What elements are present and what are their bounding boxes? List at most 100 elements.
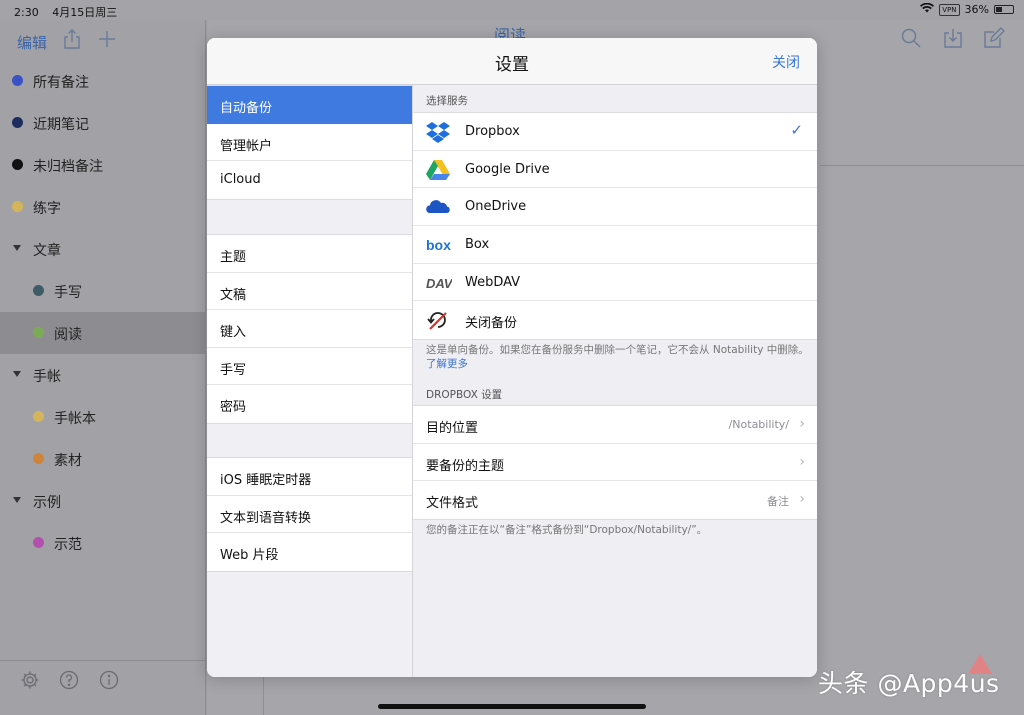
- menu-group-backup: 自动备份 管理帐户 iCloud: [207, 85, 412, 200]
- menu-item-typing[interactable]: 键入: [207, 310, 412, 348]
- menu-item-label: 键入: [220, 325, 247, 341]
- folder-item-selected[interactable]: 阅读: [0, 312, 206, 354]
- folder-color-dot: [33, 285, 44, 296]
- folder-item[interactable]: 未归档备注: [0, 144, 206, 186]
- import-icon[interactable]: [942, 27, 964, 49]
- folder-label: 素材: [54, 453, 82, 469]
- svg-text:DAV: DAV: [426, 276, 452, 291]
- folder-group[interactable]: 文章: [0, 228, 206, 270]
- setting-backup-themes[interactable]: 要备份的主题 ›: [413, 444, 817, 482]
- menu-item-label: 自动备份: [220, 101, 273, 116]
- setting-label: 文件格式: [426, 496, 479, 512]
- menu-item-manage-accounts[interactable]: 管理帐户: [207, 124, 412, 162]
- folder-color-dot: [12, 117, 23, 128]
- folder-item[interactable]: 练字: [0, 186, 206, 228]
- menu-item-label: 管理帐户: [220, 138, 273, 154]
- chevron-right-icon: ›: [799, 416, 805, 432]
- service-webdav[interactable]: DAV WebDAV: [413, 264, 817, 302]
- search-icon[interactable]: [900, 27, 922, 49]
- status-date: 4月15日周三: [52, 6, 118, 19]
- share-icon[interactable]: [61, 28, 83, 50]
- menu-group-other: iOS 睡眠定时器 文本到语音转换 Web 片段: [207, 457, 412, 572]
- onedrive-icon: [426, 196, 450, 218]
- divider: [820, 165, 1024, 166]
- service-box[interactable]: box Box: [413, 226, 817, 264]
- menu-item-label: 文本到语音转换: [220, 510, 312, 526]
- folder-group[interactable]: 示例: [0, 480, 206, 522]
- services-section-header: 选择服务: [426, 95, 468, 107]
- service-label: 关闭备份: [465, 316, 518, 332]
- edit-button[interactable]: 编辑: [17, 32, 47, 53]
- menu-item-auto-backup[interactable]: 自动备份: [207, 86, 412, 124]
- disclosure-triangle-icon[interactable]: [13, 497, 21, 503]
- disclosure-triangle-icon[interactable]: [13, 371, 21, 377]
- folder-color-dot: [33, 453, 44, 464]
- service-label: Dropbox: [465, 124, 520, 139]
- auto-backup-panel: 选择服务 Dropbox ✓ Google Drive OneDrive box…: [413, 85, 817, 677]
- webdav-icon: DAV: [426, 272, 454, 294]
- setting-file-format[interactable]: 文件格式 备注 ›: [413, 481, 817, 519]
- sidebar-bottom-bar: [0, 660, 241, 715]
- help-icon[interactable]: [59, 670, 79, 690]
- service-list: Dropbox ✓ Google Drive OneDrive box Box: [413, 112, 817, 341]
- folder-label: 手帐本: [54, 411, 96, 427]
- info-icon[interactable]: [99, 670, 119, 690]
- status-time: 2:30: [14, 6, 39, 19]
- modal-header: 设置 关闭: [207, 38, 817, 85]
- dropbox-icon: [426, 121, 450, 143]
- folder-group[interactable]: 手帐: [0, 354, 206, 396]
- vpn-badge: VPN: [939, 3, 960, 16]
- menu-item-label: iOS 睡眠定时器: [220, 473, 312, 488]
- menu-group-general: 主题 文稿 键入 手写 密码: [207, 234, 412, 424]
- service-onedrive[interactable]: OneDrive: [413, 188, 817, 227]
- battery-percent: 36%: [964, 3, 989, 16]
- menu-item-handwriting[interactable]: 手写: [207, 348, 412, 386]
- sidebar-toolbar: 编辑: [0, 20, 206, 60]
- folder-item[interactable]: 近期笔记: [0, 102, 206, 144]
- menu-item-themes[interactable]: 主题: [207, 235, 412, 273]
- folder-item[interactable]: 手帐本: [0, 396, 206, 438]
- home-indicator[interactable]: [378, 704, 646, 709]
- dropbox-settings-list: 目的位置 /Notability/ › 要备份的主题 › 文件格式 备注 ›: [413, 405, 817, 520]
- service-google-drive[interactable]: Google Drive: [413, 151, 817, 189]
- compose-icon[interactable]: [983, 27, 1005, 49]
- folder-item[interactable]: 手写: [0, 270, 206, 312]
- menu-item-icloud[interactable]: iCloud: [207, 161, 412, 199]
- menu-item-web-clips[interactable]: Web 片段: [207, 533, 412, 571]
- chevron-right-icon: ›: [799, 453, 805, 470]
- folder-color-dot: [12, 159, 23, 170]
- folder-label: 练字: [33, 201, 61, 217]
- service-label: WebDAV: [465, 274, 521, 290]
- dropbox-footnote: 您的备注正在以“备注”格式备份到“Dropbox/Notability/”。: [426, 524, 708, 536]
- chevron-right-icon: ›: [799, 491, 805, 508]
- folder-item[interactable]: 示范: [0, 522, 206, 564]
- folder-label: 示例: [33, 495, 61, 511]
- menu-item-text-to-speech[interactable]: 文本到语音转换: [207, 496, 412, 534]
- service-label: Box: [465, 237, 490, 253]
- checkmark-icon: ✓: [790, 121, 803, 139]
- folder-label: 手写: [54, 285, 82, 301]
- service-label: OneDrive: [465, 199, 527, 215]
- menu-item-documents[interactable]: 文稿: [207, 273, 412, 311]
- setting-label: 目的位置: [426, 421, 479, 436]
- box-icon: box: [426, 234, 451, 256]
- folder-label: 文章: [33, 243, 61, 259]
- close-button[interactable]: 关闭: [772, 52, 800, 72]
- folder-item[interactable]: 素材: [0, 438, 206, 480]
- add-icon[interactable]: [96, 28, 118, 50]
- footnote-text: 这是单向备份。如果您在备份服务中删除一个笔记，它不会从 Notability 中…: [426, 344, 809, 356]
- service-backup-off[interactable]: 关闭备份: [413, 301, 817, 339]
- folder-label: 近期笔记: [33, 117, 89, 133]
- disclosure-triangle-icon[interactable]: [13, 245, 21, 251]
- menu-item-label: 密码: [220, 400, 247, 416]
- folder-label: 阅读: [54, 327, 82, 343]
- service-dropbox[interactable]: Dropbox ✓: [413, 113, 817, 151]
- gear-icon[interactable]: [20, 670, 40, 690]
- service-label: Google Drive: [465, 161, 550, 177]
- menu-item-password[interactable]: 密码: [207, 385, 412, 423]
- setting-destination[interactable]: 目的位置 /Notability/ ›: [413, 406, 817, 444]
- menu-item-label: 文稿: [220, 287, 247, 303]
- folder-item[interactable]: 所有备注: [0, 60, 206, 102]
- menu-item-sleep-timer[interactable]: iOS 睡眠定时器: [207, 458, 412, 496]
- learn-more-link[interactable]: 了解更多: [426, 358, 468, 370]
